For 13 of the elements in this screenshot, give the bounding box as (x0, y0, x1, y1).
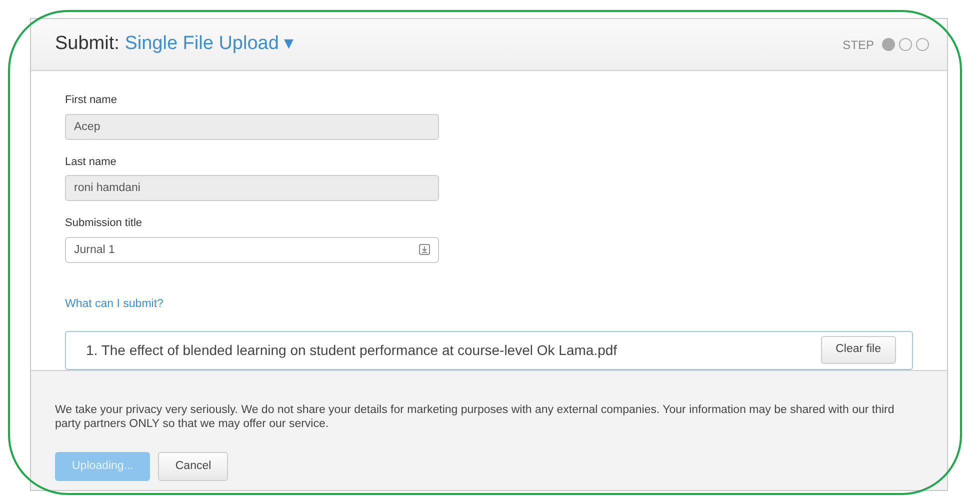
panel-title: Submit: (55, 33, 120, 54)
field-label: Last name (65, 154, 116, 170)
input-field[interactable]: Jurnal 1 (65, 236, 439, 262)
privacy-notice: We take your privacy very seriously. We do not share your details for marketing purposes with any external companies. Your information may be shared with our third party partners ONLY so that we may offer our service. (55, 403, 896, 432)
step-label: STEP (842, 36, 874, 54)
help-link[interactable]: What can I submit? (65, 296, 164, 313)
clear-file-button[interactable]: Clear file (820, 336, 896, 364)
field-icon (419, 244, 430, 254)
file-name: 1. The effect of blended learning on student performance at course-level Ok Lama.pdf (86, 340, 618, 360)
upload-type-dropdown[interactable]: Single File Upload ▾ (124, 33, 294, 54)
cancel-button[interactable]: Cancel (158, 452, 228, 481)
field-label: Submission title (65, 216, 142, 231)
field-label: First name (65, 93, 117, 108)
